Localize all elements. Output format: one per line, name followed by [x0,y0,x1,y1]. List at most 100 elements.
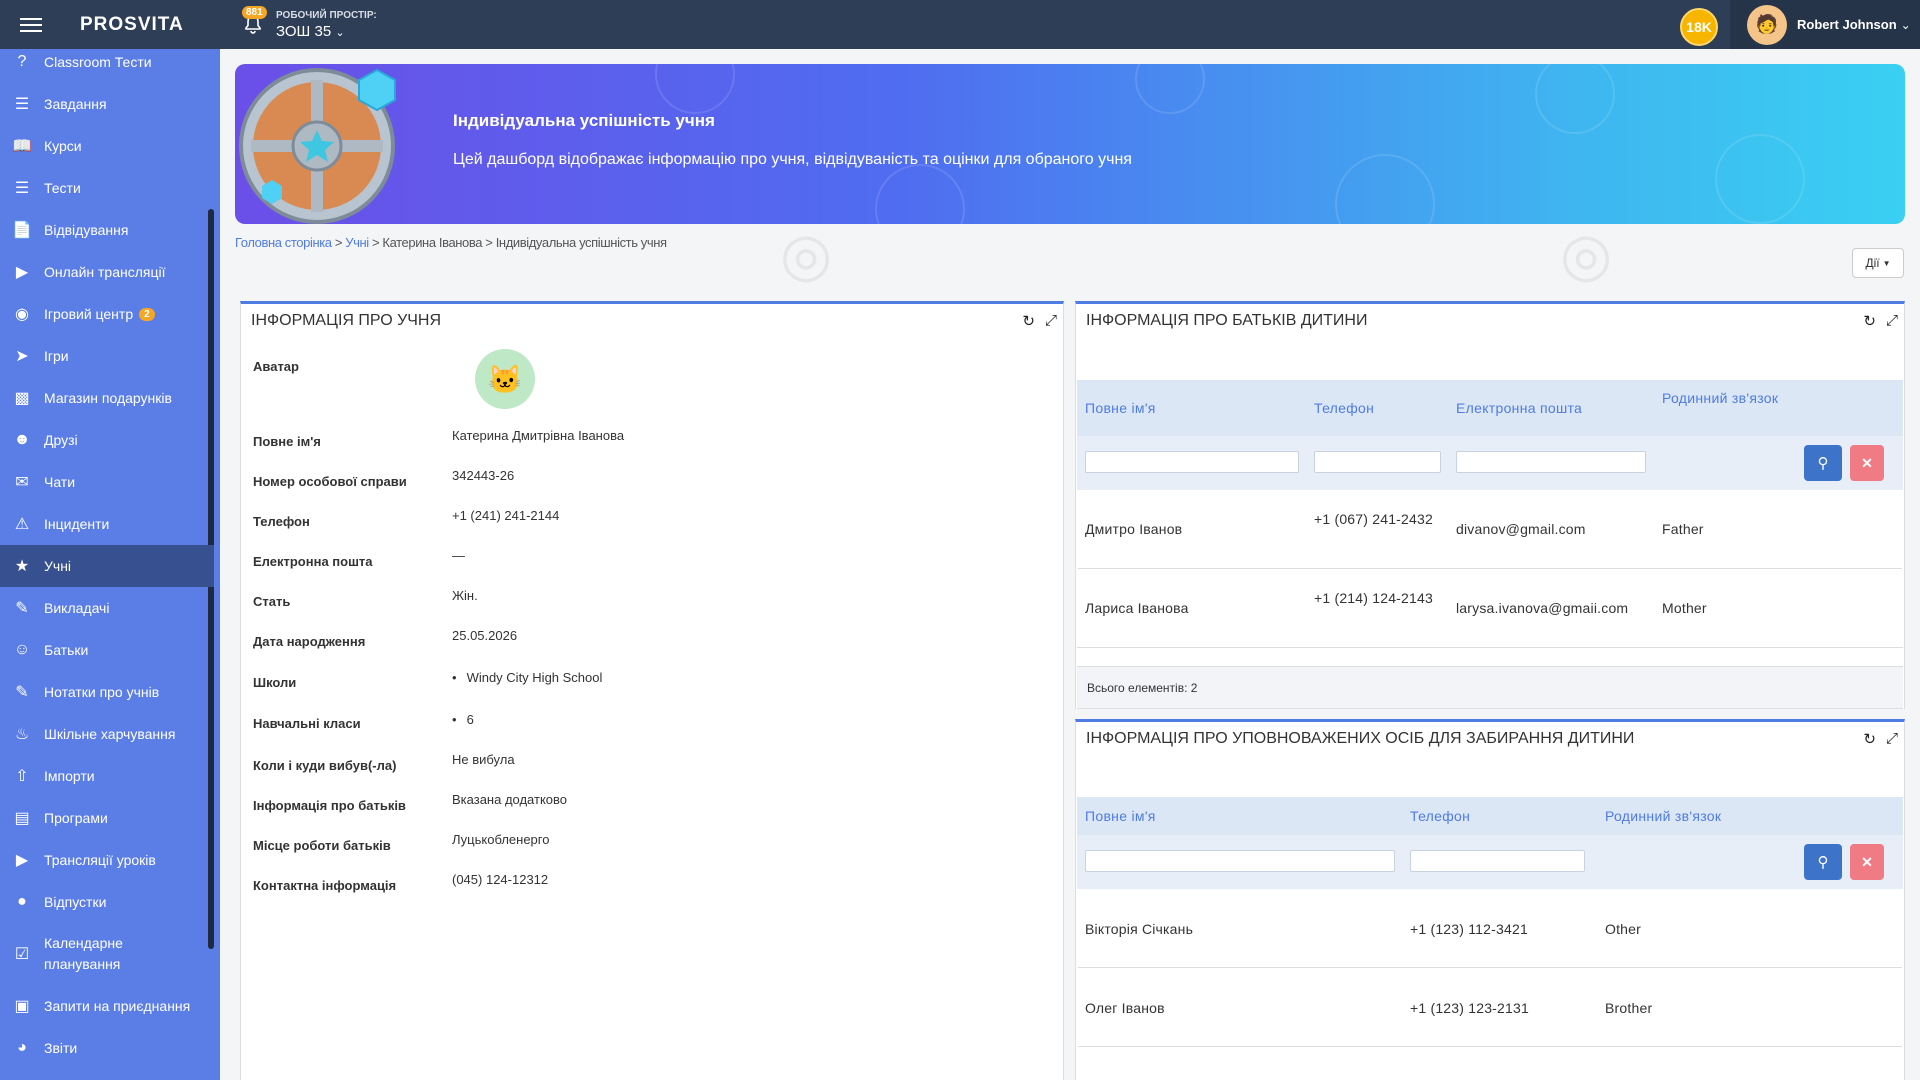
expand-icon[interactable]: ⤢ [1045,312,1057,330]
field-label: Місце роботи батьків [253,838,391,853]
clear-filter-button[interactable]: ✕ [1850,844,1884,880]
breadcrumb-separator: > [482,235,496,250]
refresh-icon[interactable]: ↻ [1863,730,1876,748]
field-label: Аватар [253,359,299,374]
sidebar-item-3[interactable]: ☰ Тести [0,167,214,209]
divider [1077,647,1903,648]
sidebar-item-1[interactable]: ☰ Завдання [0,83,214,125]
sidebar-item-13[interactable]: ✎ Викладачі [0,587,214,629]
logo[interactable]: PROSVITA [80,14,230,36]
sidebar-item-5[interactable]: ▶ Онлайн трансляції [0,251,214,293]
field-value: (045) 124-12312 [452,872,549,887]
column-header[interactable]: Телефон [1314,398,1374,418]
sidebar-item-20[interactable]: ● Відпустки [0,881,214,923]
sidebar-item-10[interactable]: ✉ Чати [0,461,214,503]
sidebar-item-14[interactable]: ☺ Батьки [0,629,214,671]
sidebar-item-4[interactable]: 📄 Відвідування [0,209,214,251]
column-header[interactable]: Повне ім'я [1085,806,1156,826]
sidebar-item-9[interactable]: ☻ Друзі [0,419,214,461]
sidebar-item-label: Запити на приєднання [44,998,191,1014]
actions-dropdown[interactable]: Дії ▼ [1852,248,1904,278]
field-value: Катерина Дмитрівна Іванова [452,428,625,443]
clear-filter-button[interactable]: ✕ [1850,445,1884,481]
sidebar-item-22[interactable]: ▣ Запити на приєднання [0,985,214,1027]
column-header[interactable]: Родинний зв'язок [1605,806,1721,826]
sidebar-item-label: Календарне планування [44,935,123,972]
search-button[interactable]: ⚲ [1804,445,1842,481]
notifications-button[interactable]: 881 [238,5,268,40]
video-icon: ▶ [15,264,29,281]
column-header[interactable]: Повне ім'я [1085,398,1156,418]
sidebar-item-11[interactable]: ⚠ Інциденти [0,503,214,545]
refresh-icon[interactable]: ↻ [1863,312,1876,330]
expand-icon[interactable]: ⤢ [1886,312,1898,330]
sidebar-item-18[interactable]: ▤ Програми [0,797,214,839]
coins-badge[interactable]: 18K [1680,8,1718,46]
sidebar-item-15[interactable]: ✎ Нотатки про учнів [0,671,214,713]
column-header[interactable]: Родинний зв'язок [1662,388,1782,408]
user-menu[interactable]: 🧑 Robert Johnson ⌄ [1730,0,1920,49]
sidebar-item-label: Програми [44,810,108,826]
workspace-selector[interactable]: РОБОЧИЙ ПРОСТІР: ЗОШ 35 ⌄ [276,10,377,40]
table-row[interactable]: Вікторія Січкань +1 (123) 112-3421 Other [1077,889,1903,968]
email-filter-input[interactable] [1456,451,1646,473]
field-label: Школи [253,675,297,690]
sidebar-item-label: Тести [44,180,81,196]
sidebar-item-21[interactable]: ☑ Календарне планування [0,923,214,985]
name-filter-input[interactable] [1085,850,1395,872]
background-decoration: ◎ [780,220,833,290]
sidebar-item-badge: 2 [139,307,155,321]
sidebar-item-2[interactable]: 📖 Курси [0,125,214,167]
field-label: Стать [253,594,291,609]
field-label: Телефон [253,514,310,529]
question-icon: ? [17,53,27,70]
sidebar-item-label: Магазин подарунків [44,390,172,406]
phone-filter-input[interactable] [1410,850,1585,872]
id-card-icon: ▣ [14,998,30,1015]
field-label: Інформація про батьків [253,798,406,813]
pie-chart-icon: ◕ [17,1039,27,1056]
column-header[interactable]: Електронна пошта [1456,398,1582,418]
breadcrumb-students[interactable]: Учні [345,235,369,250]
sidebar-item-7[interactable]: ➤ Ігри [0,335,214,377]
table-header: Повне ім'я Телефон Електронна пошта Роди… [1077,380,1903,436]
sidebar-item-17[interactable]: ⇧ Імпорти [0,755,214,797]
sidebar-item-label: Звіти [44,1040,78,1056]
table-row[interactable]: Дмитро Іванов +1 (067) 241-2432 divanov@gm… [1077,490,1903,569]
sidebar-item-8[interactable]: ▩ Магазин подарунків [0,377,214,419]
name-filter-input[interactable] [1085,451,1299,473]
search-button[interactable]: ⚲ [1804,844,1842,880]
sidebar-item-16[interactable]: ♨ Шкільне харчування [0,713,214,755]
table-cell: Вікторія Січкань [1085,921,1194,937]
sidebar-item-label: Відпустки [44,894,107,910]
panel-title: ІНФОРМАЦІЯ ПРО УЧНЯ [251,312,442,329]
table-row[interactable]: Лариса Іванова +1 (214) 124-2143 larysa.iv… [1077,569,1903,648]
refresh-icon[interactable]: ↻ [1022,312,1035,330]
close-icon: ✕ [1861,454,1873,471]
tasks-icon: ☰ [14,96,30,113]
sidebar-item-23[interactable]: ◕ Звіти [0,1027,214,1069]
phone-filter-input[interactable] [1314,451,1441,473]
sidebar-item-19[interactable]: ▶ Трансляції уроків [0,839,214,881]
filter-row: ⚲ ✕ [1077,835,1903,889]
sidebar-item-12[interactable]: ★ Учні [0,545,214,587]
bullet-icon: • [452,670,457,685]
field-label: Повне ім'я [253,434,321,449]
expand-icon[interactable]: ⤢ [1886,730,1898,748]
shield-illustration-icon [239,68,396,224]
sidebar-item-label: Батьки [44,642,89,658]
breadcrumb-home[interactable]: Головна сторінка [235,235,332,250]
column-header[interactable]: Телефон [1410,806,1470,826]
table-cell: Other [1605,921,1642,937]
vacation-icon: ● [17,893,27,910]
breadcrumb-current: Індивідуальна успішність учня [495,235,667,250]
sidebar-item-0[interactable]: ? Classroom Тести [0,41,214,83]
sidebar-item-6[interactable]: ◉ Ігровий центр 2 [0,293,214,335]
students-icon: ★ [14,558,30,575]
attendance-icon: 📄 [12,222,32,239]
table-row[interactable]: Олег Іванов +1 (123) 123-2131 Brother [1077,968,1903,1047]
table-footer: Всього елементів: 2 [1077,666,1903,709]
filter-row: ⚲ ✕ [1077,436,1903,490]
gamepad-icon: ◉ [15,306,29,323]
table-cell: +1 (067) 241-2432 [1314,511,1433,527]
